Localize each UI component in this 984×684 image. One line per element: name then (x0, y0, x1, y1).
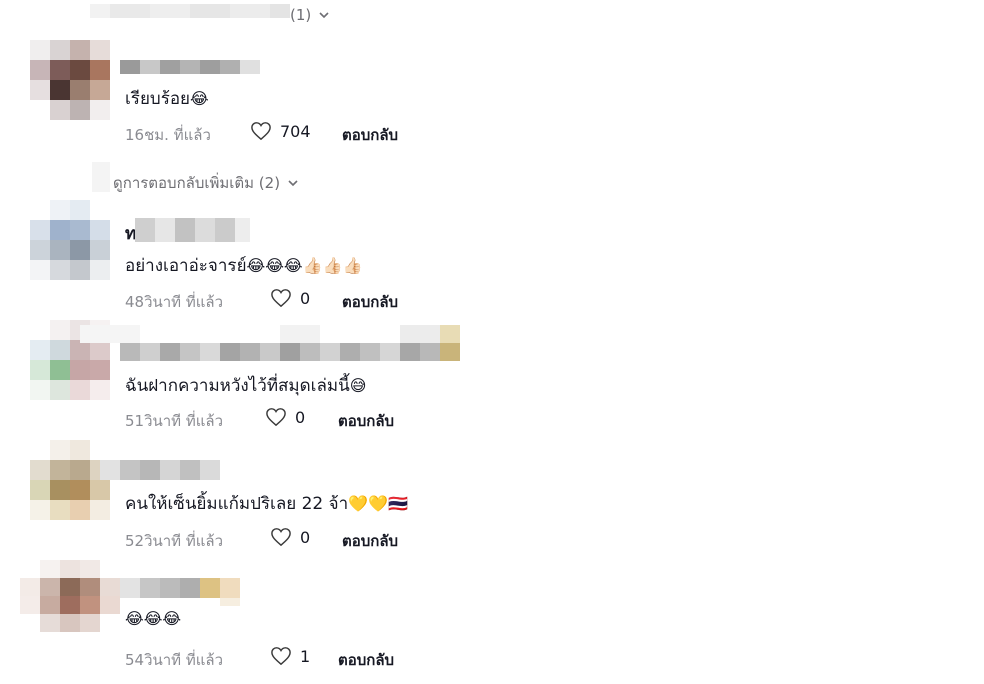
emoji: 😂😂😂👍🏻👍🏻👍🏻 (246, 256, 363, 275)
avatar[interactable] (30, 200, 110, 280)
blurred-username (135, 218, 250, 242)
like-button[interactable]: 1 (270, 646, 310, 666)
like-count: 0 (295, 407, 306, 427)
blurred-username (100, 460, 220, 480)
reply-button[interactable]: ตอบกลับ (338, 648, 394, 672)
heart-outline-icon (271, 528, 291, 547)
reply-button[interactable]: ตอบกลับ (342, 123, 398, 147)
like-count: 0 (300, 288, 311, 308)
chevron-down-icon (319, 12, 329, 19)
comment-text: ฉันฝากความหวังไว้ที่สมุดเล่มนี้😅 (125, 376, 367, 396)
emoji: 😂 (190, 89, 209, 108)
heart-outline-icon (266, 408, 286, 427)
like-button[interactable]: 0 (265, 407, 305, 427)
like-count: 704 (280, 121, 311, 141)
comment-text: เรียบร้อย😂 (125, 89, 209, 109)
reply-button[interactable]: ตอบกลับ (338, 409, 394, 433)
heart-outline-icon (271, 647, 291, 666)
like-count: 0 (300, 527, 311, 547)
emoji: 💛💛🇹🇭 (348, 494, 408, 513)
comment-timestamp: 51วินาที ที่แล้ว (125, 412, 224, 430)
comment-text: อย่างเอาอ่ะจารย์😂😂😂👍🏻👍🏻👍🏻 (125, 256, 363, 276)
blurred-username (120, 578, 240, 606)
view-more-label: (1) (290, 6, 312, 24)
comment-timestamp: 16ชม. ที่แล้ว (125, 126, 211, 144)
heart-outline-icon (251, 122, 271, 141)
chevron-down-icon (288, 180, 298, 187)
view-more-label: ดูการตอบกลับเพิ่มเติม (2) (113, 174, 281, 192)
view-more-replies-link[interactable]: ดูการตอบกลับเพิ่มเติม (2) (113, 171, 300, 195)
comment-text: คนให้เซ็นยิ้มแก้มปริเลย 22 จ้า💛💛🇹🇭 (125, 494, 408, 514)
blurred-username (90, 4, 290, 18)
emoji: 😅 (349, 376, 367, 395)
avatar[interactable] (30, 440, 110, 520)
comment-timestamp: 54วินาที ที่แล้ว (125, 651, 224, 669)
like-button[interactable]: 0 (270, 288, 310, 308)
emoji: 😂😂😂 (125, 609, 182, 628)
like-button[interactable]: 0 (270, 527, 310, 547)
view-more-replies-link[interactable]: (1) (290, 6, 331, 24)
avatar[interactable] (30, 40, 110, 120)
blurred-username (120, 60, 260, 74)
reply-button[interactable]: ตอบกลับ (342, 529, 398, 553)
avatar[interactable] (20, 560, 120, 632)
like-button[interactable]: 704 (250, 121, 311, 141)
like-count: 1 (300, 646, 311, 666)
reply-button[interactable]: ตอบกลับ (342, 290, 398, 314)
view-more-divider (92, 162, 110, 192)
comment-timestamp: 52วินาที ที่แล้ว (125, 532, 224, 550)
heart-outline-icon (271, 289, 291, 308)
comment-text: 😂😂😂 (125, 609, 181, 629)
comment-timestamp: 48วินาที ที่แล้ว (125, 293, 224, 311)
blurred-username (80, 325, 460, 361)
